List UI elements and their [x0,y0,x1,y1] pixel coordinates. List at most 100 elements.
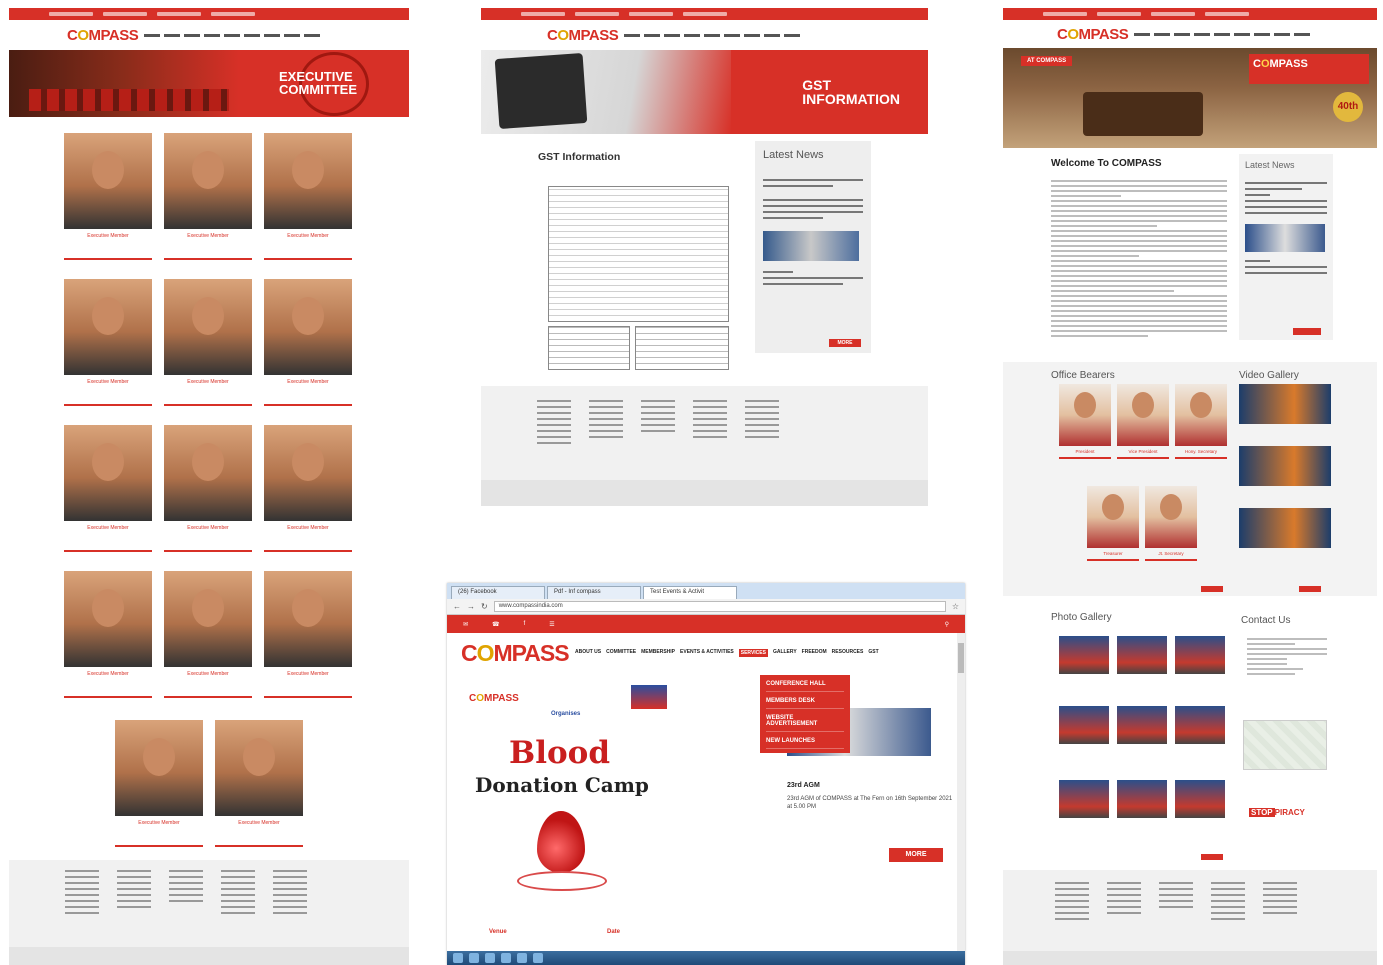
nav-item[interactable] [744,33,761,37]
email-link[interactable] [49,12,93,16]
compass-logo[interactable]: COMPASS [67,27,139,44]
members-directory-link[interactable]: ☰ [549,621,554,628]
more-button[interactable] [1293,328,1321,335]
nav-events[interactable]: EVENTS & ACTIVITIES [680,649,734,657]
gallery-photo[interactable] [1059,706,1109,744]
nav-resources[interactable]: RESOURCES [832,649,864,657]
nav-item[interactable] [724,33,741,37]
nav-item[interactable] [1154,32,1171,36]
reload-icon[interactable]: ↻ [481,602,488,611]
compass-logo[interactable]: COMPASS [461,640,570,667]
nav-item[interactable] [664,33,681,37]
more-button[interactable] [1201,854,1223,860]
nav-services[interactable]: SERVICES [738,649,768,657]
news-image[interactable] [763,231,859,261]
nav-item[interactable] [1174,32,1191,36]
star-icon[interactable]: ☆ [952,602,959,611]
nav-item[interactable] [1234,32,1251,36]
email-link[interactable] [521,12,565,16]
gallery-photo[interactable] [1117,636,1167,674]
nav-gallery[interactable]: GALLERY [773,649,797,657]
nav-item[interactable] [284,33,301,37]
email-link[interactable]: ✉ [463,621,468,628]
nav-item[interactable] [624,33,641,37]
nav-item[interactable] [1294,32,1311,36]
nav-item[interactable] [1194,32,1211,36]
nav-item[interactable] [204,33,221,37]
members-directory-link[interactable] [683,12,727,16]
gallery-photo[interactable] [1059,780,1109,818]
nav-item[interactable] [784,33,801,37]
nav-item[interactable] [1214,32,1231,36]
video-thumbnail[interactable] [1239,446,1331,486]
members-directory-link[interactable] [1205,12,1249,16]
nav-item[interactable] [184,33,201,37]
menu-item-new-launches[interactable]: NEW LAUNCHES [766,738,844,749]
email-link[interactable] [1043,12,1087,16]
nav-freedom[interactable]: FREEDOM [802,649,827,657]
taskbar-app-icon[interactable] [485,953,495,963]
back-icon[interactable]: ← [453,602,461,611]
nav-item[interactable] [684,33,701,37]
gallery-photo[interactable] [1117,706,1167,744]
taskbar-app-icon[interactable] [501,953,511,963]
facebook-link[interactable] [157,12,201,16]
members-directory-link[interactable] [211,12,255,16]
nav-item[interactable] [304,33,321,37]
more-button[interactable]: MORE [829,339,861,347]
video-thumbnail[interactable] [1239,384,1331,424]
menu-item-conference-hall[interactable]: CONFERENCE HALL [766,681,844,692]
start-icon[interactable] [453,953,463,963]
news-title[interactable]: 23rd AGM [787,782,957,789]
gallery-photo[interactable] [1175,706,1225,744]
facebook-link[interactable] [1151,12,1195,16]
nav-committee[interactable]: COMMITTEE [606,649,636,657]
nav-item[interactable] [144,33,161,37]
nav-item[interactable] [164,33,181,37]
nav-item[interactable] [1134,32,1151,36]
nav-item[interactable] [224,33,241,37]
nav-item[interactable] [1274,32,1291,36]
nav-item[interactable] [1254,32,1271,36]
taskbar-app-icon[interactable] [533,953,543,963]
taskbar-app-icon[interactable] [517,953,527,963]
nav-item[interactable] [264,33,281,37]
compass-logo[interactable]: COMPASS [547,27,619,44]
nav-item[interactable] [704,33,721,37]
facebook-link[interactable] [629,12,673,16]
compass-logo[interactable]: COMPASS [1057,26,1129,43]
stop-piracy-logo[interactable]: STOP PIRACY [1249,808,1305,817]
more-button[interactable] [1299,586,1321,592]
nav-gst[interactable]: GST [868,649,878,657]
video-thumbnail[interactable] [1239,508,1331,548]
browser-tab-active[interactable]: Test Events & Activit [643,586,737,599]
facebook-link[interactable]: f [524,621,526,627]
phone-link[interactable]: ☎ [492,621,499,628]
nav-item[interactable] [764,33,781,37]
scrollbar-thumb[interactable] [958,643,964,673]
phone-link[interactable] [1097,12,1141,16]
more-button[interactable]: MORE [889,848,943,862]
menu-item-website-advertisement[interactable]: WEBSITE ADVERTISEMENT [766,715,844,732]
news-image[interactable] [1245,224,1325,252]
gallery-photo[interactable] [1059,636,1109,674]
menu-item-members-desk[interactable]: MEMBERS DESK [766,698,844,709]
browser-tab[interactable]: Pdf - Inf compass [547,586,641,599]
search-icon[interactable]: ⚲ [945,621,949,628]
forward-icon[interactable]: → [467,602,475,611]
gallery-photo[interactable] [1175,636,1225,674]
gallery-photo[interactable] [1117,780,1167,818]
address-bar[interactable]: www.compassindia.com [493,601,946,612]
page-scrollbar[interactable] [957,633,965,951]
taskbar-app-icon[interactable] [469,953,479,963]
nav-item[interactable] [644,33,661,37]
nav-membership[interactable]: MEMBERSHIP [641,649,675,657]
phone-link[interactable] [103,12,147,16]
gallery-photo[interactable] [1175,780,1225,818]
browser-tab[interactable]: (26) Facebook [451,586,545,599]
location-map[interactable] [1243,720,1327,770]
phone-link[interactable] [575,12,619,16]
nav-about[interactable]: ABOUT US [575,649,601,657]
nav-item[interactable] [244,33,261,37]
more-button[interactable] [1201,586,1223,592]
